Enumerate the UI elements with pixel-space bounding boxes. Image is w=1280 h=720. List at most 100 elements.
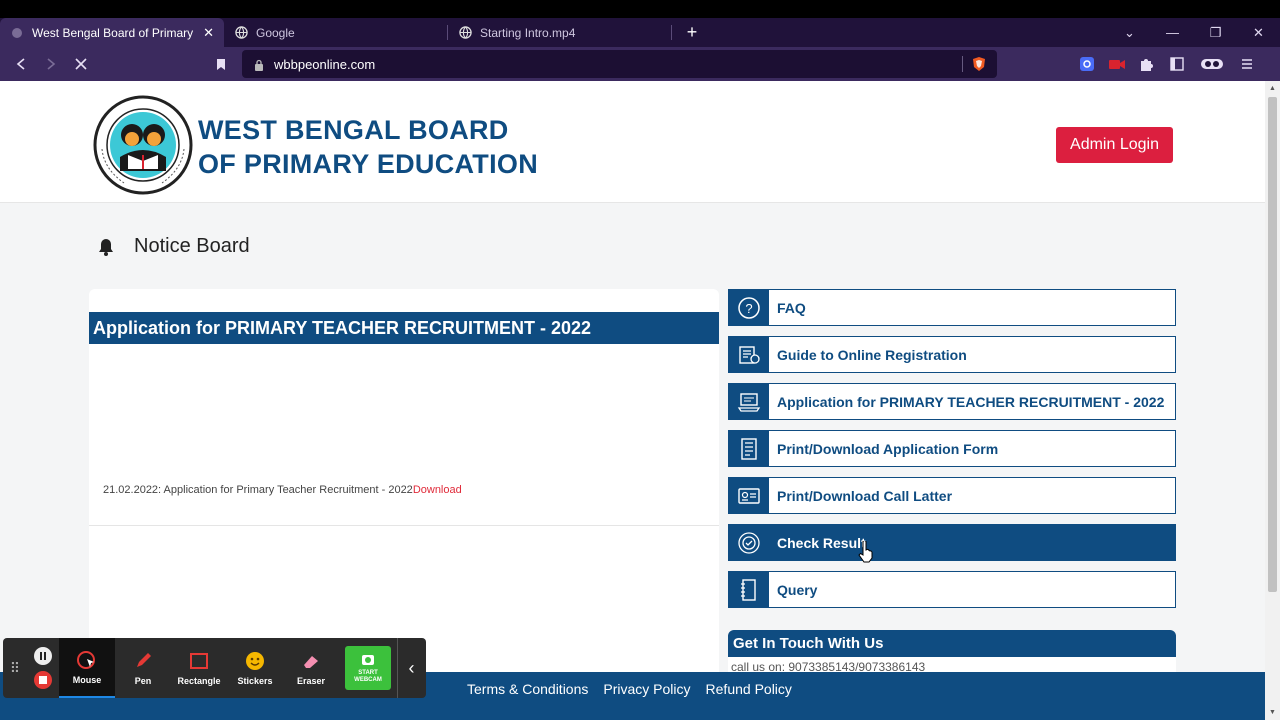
minimize-button[interactable]: — <box>1151 18 1194 47</box>
admin-login-button[interactable]: Admin Login <box>1056 127 1173 163</box>
recorder-extension-icon[interactable] <box>1102 49 1132 79</box>
url-divider <box>962 56 963 72</box>
id-card-icon <box>729 478 769 513</box>
tab-label: West Bengal Board of Primary Edu <box>32 25 197 40</box>
browser-tab-bar: West Bengal Board of Primary Edu ✕ Googl… <box>0 18 1280 47</box>
tab-intro-video[interactable]: Starting Intro.mp4 <box>448 18 672 47</box>
menu-item-print-form[interactable]: Print/Download Application Form <box>728 430 1176 467</box>
start-webcam-button[interactable]: START WEBCAM <box>345 646 391 690</box>
menu-item-call-letter[interactable]: Print/Download Call Latter <box>728 477 1176 514</box>
tab-label: Starting Intro.mp4 <box>480 25 576 40</box>
search-extension-icon[interactable] <box>1072 49 1102 79</box>
webcam-icon <box>360 653 376 670</box>
tool-pen[interactable]: Pen <box>115 638 171 698</box>
site-favicon-icon <box>10 26 24 40</box>
menu-item-application[interactable]: Application for PRIMARY TEACHER RECRUITM… <box>728 383 1176 420</box>
tab-wbbpe[interactable]: West Bengal Board of Primary Edu ✕ <box>0 18 224 47</box>
tool-label: Rectangle <box>177 675 221 686</box>
notice-board-label: Notice Board <box>134 235 250 257</box>
footer-link-privacy[interactable]: Privacy Policy <box>603 681 690 697</box>
address-bar[interactable]: wbbpeonline.com <box>242 50 997 78</box>
window-top-strip <box>0 0 1280 18</box>
menu-item-label: Query <box>777 581 818 598</box>
back-arrow-icon[interactable] <box>6 49 36 79</box>
restore-button[interactable]: ❐ <box>1194 18 1237 47</box>
svg-text:?: ? <box>745 301 752 316</box>
footer-link-refund[interactable]: Refund Policy <box>706 681 792 697</box>
menu-item-label: FAQ <box>777 299 806 316</box>
tab-close-icon[interactable]: ✕ <box>203 25 214 41</box>
webcam-label: START WEBCAM <box>354 669 382 683</box>
tab-list-chevron-icon[interactable]: ⌄ <box>1108 18 1151 47</box>
screen-recorder-toolbar: ⠿ Mouse Pen Rectangle Stickers Eraser ST… <box>3 638 426 698</box>
close-window-button[interactable]: ✕ <box>1237 18 1280 47</box>
notice-download-link[interactable]: Download <box>413 484 462 496</box>
stop-loading-icon[interactable] <box>66 49 96 79</box>
profile-icon[interactable] <box>1192 49 1232 79</box>
scroll-thumb[interactable] <box>1268 97 1277 592</box>
mouse-pointer-icon <box>76 650 98 670</box>
tool-label: Eraser <box>296 675 326 686</box>
guide-icon <box>729 337 769 372</box>
tab-label: Google <box>256 25 295 40</box>
menu-item-guide[interactable]: Guide to Online Registration <box>728 336 1176 373</box>
sticker-smiley-icon <box>244 651 266 671</box>
menu-item-label: Print/Download Application Form <box>777 440 999 457</box>
page-scrollbar[interactable]: ▲ ▼ <box>1265 81 1280 720</box>
notice-item-text: 21.02.2022: Application for Primary Teac… <box>103 484 413 496</box>
notice-item: 21.02.2022: Application for Primary Teac… <box>103 484 462 496</box>
brand-line-1: WEST BENGAL BOARD <box>198 115 509 145</box>
bell-icon <box>96 237 116 257</box>
scroll-down-arrow-icon[interactable]: ▼ <box>1269 709 1276 716</box>
menu-item-label: Guide to Online Registration <box>777 346 967 363</box>
rectangle-icon <box>188 651 210 671</box>
web-page: WEST BENGAL BOARD OF PRIMARY EDUCATION A… <box>0 81 1265 720</box>
notebook-icon <box>729 572 769 607</box>
menu-item-faq[interactable]: ? FAQ <box>728 289 1176 326</box>
notice-board-heading: Notice Board <box>96 235 250 258</box>
brave-shield-icon[interactable] <box>971 56 987 72</box>
site-brand-title: WEST BENGAL BOARD OF PRIMARY EDUCATION <box>198 113 538 181</box>
globe-icon <box>458 26 472 40</box>
stop-recording-icon[interactable] <box>34 671 52 689</box>
tool-label: Mouse <box>72 674 102 685</box>
card-divider <box>89 525 719 526</box>
result-icon <box>729 525 769 560</box>
browser-menu-icon[interactable] <box>1232 49 1262 79</box>
menu-item-label: Application for PRIMARY TEACHER RECRUITM… <box>777 393 1165 410</box>
tool-eraser[interactable]: Eraser <box>283 638 339 698</box>
notice-card-title: Application for PRIMARY TEACHER RECRUITM… <box>89 312 719 344</box>
pen-icon <box>132 651 154 671</box>
new-tab-button[interactable]: + <box>672 18 712 47</box>
puzzle-extension-icon[interactable] <box>1132 49 1162 79</box>
menu-item-query[interactable]: Query <box>728 571 1176 608</box>
footer-link-terms[interactable]: Terms & Conditions <box>467 681 588 697</box>
tab-google[interactable]: Google <box>224 18 448 47</box>
tool-stickers[interactable]: Stickers <box>227 638 283 698</box>
wbbpe-logo[interactable] <box>92 95 194 195</box>
tab-separator <box>671 25 672 40</box>
drag-handle-icon[interactable]: ⠿ <box>3 638 27 698</box>
collapse-chevron-icon[interactable]: ‹ <box>397 638 425 698</box>
tool-rectangle[interactable]: Rectangle <box>171 638 227 698</box>
bookmark-icon[interactable] <box>206 49 236 79</box>
site-header: WEST BENGAL BOARD OF PRIMARY EDUCATION A… <box>0 81 1265 203</box>
contact-title: Get In Touch With Us <box>728 630 1176 657</box>
tool-label: Stickers <box>237 675 273 686</box>
sidebar-toggle-icon[interactable] <box>1162 49 1192 79</box>
url-text: wbbpeonline.com <box>274 56 376 72</box>
tool-label: Pen <box>134 675 152 686</box>
laptop-icon <box>729 384 769 419</box>
eraser-icon <box>300 651 322 671</box>
menu-item-label: Check Result <box>777 534 866 551</box>
globe-icon <box>234 26 248 40</box>
menu-item-label: Print/Download Call Latter <box>777 487 953 504</box>
lock-icon <box>254 58 264 71</box>
menu-item-check-result[interactable]: Check Result <box>728 524 1176 561</box>
scroll-up-arrow-icon[interactable]: ▲ <box>1269 85 1276 92</box>
tool-mouse[interactable]: Mouse <box>59 638 115 698</box>
forward-arrow-icon[interactable] <box>36 49 66 79</box>
hand-cursor-icon <box>858 540 874 563</box>
pause-icon[interactable] <box>34 647 52 665</box>
brand-line-2: OF PRIMARY EDUCATION <box>198 149 539 179</box>
